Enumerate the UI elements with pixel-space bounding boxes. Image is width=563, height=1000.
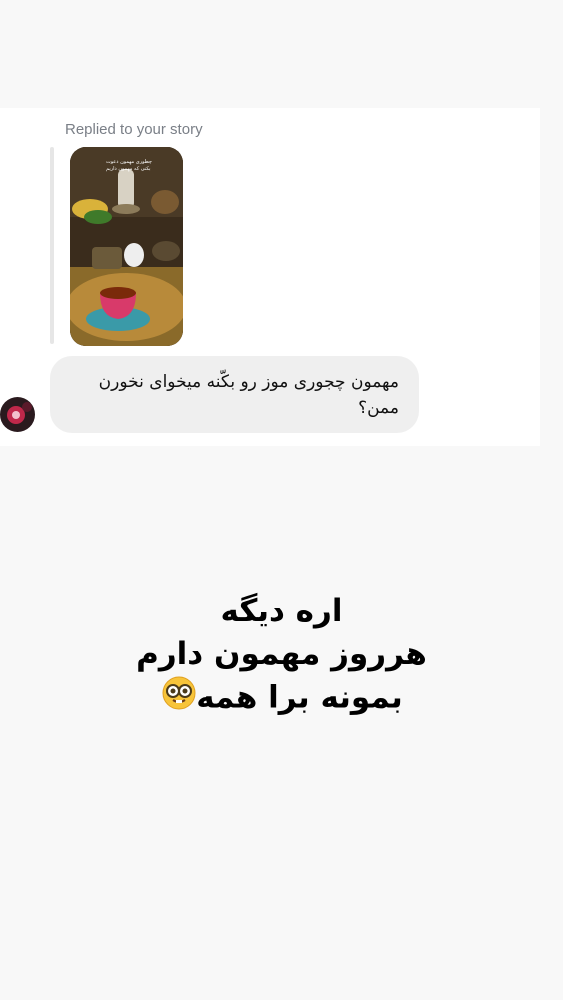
caption-line-3: بمونه برا همه (196, 679, 403, 716)
caption-line-1: اره دیگه (220, 593, 343, 629)
reply-quote-bar (50, 147, 54, 344)
caption-line-3-row: بمونه برا همه (0, 676, 563, 722)
overlay-caption: اره دیگه هرروز مهمون دارم بمونه برا همه (0, 590, 563, 722)
sender-avatar[interactable] (0, 397, 35, 432)
replied-to-story-label: Replied to your story (65, 121, 203, 138)
message-bubble[interactable]: مهمون چجوری موز رو بکّنه میخوای نخورن مم… (50, 356, 419, 433)
story-thumbnail[interactable]: چطوری مهمون دعوت بکنی که مهمون داریم (70, 147, 183, 346)
thumbnail-caption-line1: چطوری مهمون دعوت (106, 159, 152, 165)
nerd-face-emoji-icon (162, 676, 196, 722)
thumbnail-caption-line2: بکنی که مهمون داریم (106, 166, 151, 172)
caption-line-2: هرروز مهمون دارم (136, 636, 427, 672)
